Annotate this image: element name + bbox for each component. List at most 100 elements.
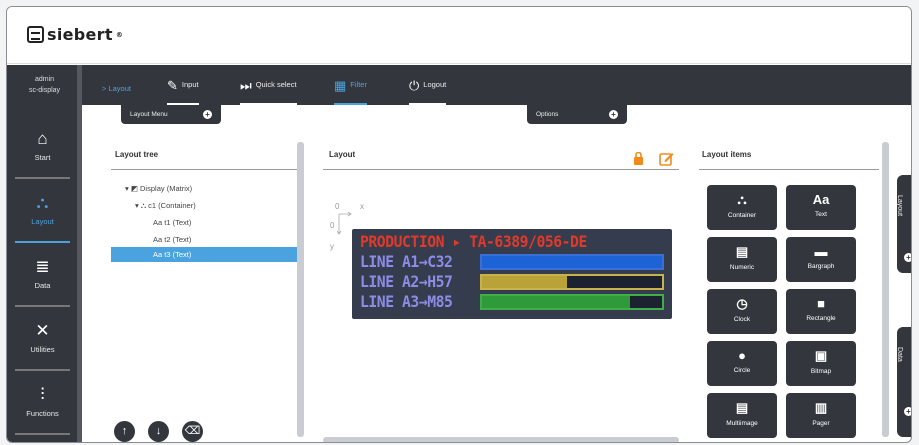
axis-y-label: y	[330, 242, 334, 251]
fast-forward-icon: ⏭	[240, 78, 252, 93]
layout-item-circle[interactable]: ● Circle	[707, 341, 777, 386]
layout-menu-label: Layout Menu	[130, 111, 168, 118]
sidebar-scrollbar[interactable]	[77, 65, 82, 442]
eraser-icon: ⌫	[184, 425, 201, 437]
layout-item-clock[interactable]: ◷ Clock	[707, 289, 777, 334]
erase-button[interactable]: ⌫	[182, 421, 203, 442]
plus-icon: +	[609, 110, 618, 119]
plus-icon: +	[203, 110, 212, 119]
layout-menu-tab[interactable]: Layout Menu +	[121, 105, 221, 124]
edit-icon[interactable]	[659, 151, 674, 166]
layout-item-text[interactable]: Aa Text	[786, 185, 856, 230]
move-down-button[interactable]: ↓	[148, 421, 169, 442]
layout-item-label: Circle	[733, 367, 751, 374]
image-icon: ▣	[814, 348, 828, 363]
divider	[323, 169, 679, 170]
layout-item-numeric[interactable]: ▤ Numeric	[707, 237, 777, 282]
user-device: sc-display	[28, 87, 61, 94]
quick-select-button[interactable]: ⏭ Quick select	[240, 78, 297, 105]
sidebar-item-label: Functions	[26, 409, 59, 418]
tree-node-text[interactable]: Aa t1 (Text)	[153, 218, 191, 227]
sidebar-item-utilities[interactable]: ✕ Utilities	[15, 313, 70, 371]
layout-item-label: Numeric	[729, 264, 755, 271]
layout-item-bargraph[interactable]: ▬ Bargraph	[786, 237, 856, 282]
arrow-up-icon: ↑	[121, 425, 128, 437]
filter-button-label: Filter	[350, 80, 367, 89]
tree-node-display[interactable]: ▾ ◩ Display (Matrix)	[125, 184, 192, 193]
input-button[interactable]: ✎ Input	[167, 78, 199, 105]
sidebar: admin sc-display ⌂ Start ⛬ Layout ≣ Data…	[7, 65, 82, 442]
layout-item-label: Container	[727, 212, 757, 219]
sidebar-item-label: Data	[34, 281, 51, 290]
layout-tree-title: Layout tree	[115, 150, 159, 159]
pager-icon: ▥	[814, 400, 828, 415]
numeric-icon: ▤	[735, 244, 749, 259]
layout-item-label: Pager	[812, 420, 830, 427]
edit-icon: ✎	[167, 78, 178, 93]
sidebar-item-functions[interactable]: ⫶ Functions	[15, 377, 70, 435]
sidebar-item-start[interactable]: ⌂ Start	[15, 121, 70, 179]
sitemap-icon: ⛬	[737, 192, 747, 207]
layout-item-label: Bargraph	[807, 263, 835, 270]
display-line-1: LINE A1→C32	[360, 252, 453, 271]
led-display-preview[interactable]: PRODUCTION ▸ TA-6389/056-DE LINE A1→C32 …	[352, 229, 672, 319]
divider	[111, 169, 297, 170]
bargraph-icon: ▬	[814, 244, 828, 259]
layout-item-multiimage[interactable]: ▤ Multiimage	[707, 393, 777, 438]
display-line-2: LINE A2→H57	[360, 272, 453, 291]
tools-icon: ✕	[35, 321, 50, 340]
brand-name: siebert	[47, 25, 113, 44]
input-button-label: Input	[181, 80, 199, 89]
layout-side-tab-label: Layout	[896, 195, 903, 217]
home-icon: ⌂	[37, 129, 48, 148]
bargraph-fill	[482, 256, 662, 268]
user-name: admin	[34, 76, 55, 83]
plus-icon: +	[904, 407, 911, 416]
user-info: admin sc-display	[7, 65, 82, 96]
brand-reg: ®	[115, 30, 124, 39]
layout-item-bitmap[interactable]: ▣ Bitmap	[786, 341, 856, 386]
tree-node-container[interactable]: ▾ ⛬ c1 (Container)	[135, 201, 196, 211]
display-bargraph-1	[480, 254, 664, 270]
sliders-icon: ⫶	[40, 385, 45, 404]
data-side-tab[interactable]: Data +	[896, 327, 911, 437]
axis-x-label: x	[360, 202, 364, 211]
lock-icon[interactable]	[633, 152, 644, 165]
move-up-button[interactable]: ↑	[114, 421, 135, 442]
bargraph-fill	[482, 276, 567, 288]
divider	[699, 169, 879, 170]
layout-item-label: Multiimage	[726, 420, 758, 427]
power-icon: ⏻	[409, 78, 420, 93]
sitemap-icon: ⛬	[36, 193, 49, 212]
plus-icon: +	[904, 253, 911, 262]
breadcrumb[interactable]: > Layout	[102, 84, 131, 93]
tree-node-text-selected[interactable]: Aa t3 (Text)	[111, 247, 297, 262]
layout-item-pager[interactable]: ▥ Pager	[786, 393, 856, 438]
bargraph-fill	[482, 296, 630, 308]
layout-item-container[interactable]: ⛬ Container	[707, 185, 777, 230]
display-bargraph-3	[480, 294, 664, 310]
sidebar-item-layout[interactable]: ⛬ Layout	[15, 185, 70, 243]
layout-item-label: Rectangle	[806, 315, 836, 322]
items-scrollbar[interactable]	[882, 142, 889, 437]
rectangle-icon: ■	[817, 296, 825, 311]
logout-button[interactable]: ⏻ Logout	[409, 78, 447, 105]
sidebar-item-data[interactable]: ≣ Data	[15, 249, 70, 307]
display-title-line: PRODUCTION ▸ TA-6389/056-DE	[360, 232, 587, 251]
tree-scrollbar[interactable]	[297, 142, 304, 437]
layout-item-rectangle[interactable]: ■ Rectangle	[786, 289, 856, 334]
sidebar-item-label: Utilities	[30, 345, 55, 354]
grid-icon: ▦	[334, 78, 347, 93]
display-line-3: LINE A3→M85	[360, 292, 453, 311]
app-header: siebert ®	[7, 7, 911, 64]
axis-origin-x: 0	[335, 202, 340, 211]
clock-icon: ◷	[736, 296, 748, 311]
layout-h-scrollbar[interactable]	[323, 437, 679, 442]
filter-button[interactable]: ▦ Filter	[334, 78, 367, 105]
layout-item-label: Clock	[733, 316, 751, 323]
database-icon: ≣	[35, 257, 50, 276]
layout-items-title: Layout items	[702, 150, 752, 159]
layout-side-tab[interactable]: Layout +	[896, 175, 911, 273]
tree-node-text[interactable]: Aa t2 (Text)	[153, 235, 191, 244]
options-tab[interactable]: Options +	[527, 105, 627, 124]
